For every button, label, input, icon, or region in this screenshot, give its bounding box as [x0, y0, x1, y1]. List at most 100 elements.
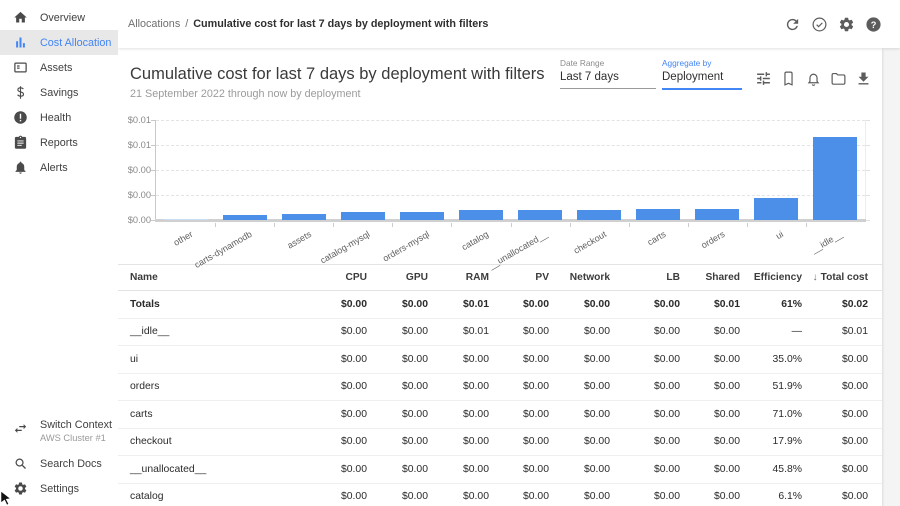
column-header-cpu[interactable]: CPU — [308, 265, 367, 291]
cell-network: $0.00 — [549, 401, 610, 429]
table-row-__unallocated__[interactable]: __unallocated__$0.00$0.00$0.00$0.00$0.00… — [118, 456, 882, 484]
bell-icon[interactable] — [805, 70, 822, 87]
cell-efficiency: 71.0% — [740, 401, 802, 429]
axis-tick-mark — [151, 120, 155, 121]
sidebar-footer-settings[interactable]: Settings — [0, 476, 118, 501]
sidebar-item-savings[interactable]: Savings — [0, 80, 118, 105]
sidebar-footer-label: Settings — [40, 483, 79, 495]
sidebar-item-label: Health — [40, 112, 71, 124]
download-icon[interactable] — [855, 70, 872, 87]
table-row-catalog[interactable]: catalog$0.00$0.00$0.00$0.00$0.00$0.00$0.… — [118, 483, 882, 506]
row-name: __idle__ — [118, 318, 308, 346]
table-row-totals[interactable]: Totals$0.00$0.00$0.01$0.00$0.00$0.00$0.0… — [118, 291, 882, 319]
column-header-lb[interactable]: LB — [610, 265, 680, 291]
bar-catalog[interactable] — [459, 210, 503, 220]
bar-carts-dynamodb[interactable] — [223, 215, 267, 220]
sidebar-item-alerts[interactable]: Alerts — [0, 155, 118, 180]
svg-text:?: ? — [871, 19, 877, 29]
cell-efficiency: 45.8% — [740, 456, 802, 484]
bar-orders-mysql[interactable] — [400, 212, 444, 220]
x-axis-category-label: carts — [645, 229, 667, 247]
cell-total-cost: $0.00 — [802, 428, 882, 456]
cell-efficiency: 6.1% — [740, 483, 802, 506]
gear-icon[interactable] — [838, 16, 855, 33]
sidebar-item-overview[interactable]: Overview — [0, 5, 118, 30]
sidebar: OverviewCost AllocationAssets Savings Heal… — [0, 0, 118, 506]
sidebar-item-cost-allocation[interactable]: Cost Allocation — [0, 30, 118, 55]
folder-icon[interactable] — [830, 70, 847, 87]
table-row-carts[interactable]: carts$0.00$0.00$0.00$0.00$0.00$0.00$0.00… — [118, 401, 882, 429]
cell-pv: $0.00 — [489, 401, 549, 429]
cell-ram: $0.01 — [428, 318, 489, 346]
sidebar-footer-text: Search Docs — [40, 458, 102, 470]
sidebar-footer: Switch Context AWS Cluster #1 Search Docs S… — [0, 415, 118, 501]
bar-other[interactable] — [164, 219, 208, 220]
cell-gpu: $0.00 — [367, 291, 428, 319]
cell-network: $0.00 — [549, 291, 610, 319]
aggregate-by-value[interactable]: Deployment — [662, 71, 742, 90]
x-axis-category-label: catalog — [460, 229, 490, 252]
sidebar-item-health[interactable]: Health — [0, 105, 118, 130]
table-row-checkout[interactable]: checkout$0.00$0.00$0.00$0.00$0.00$0.00$0… — [118, 428, 882, 456]
column-header-pv[interactable]: PV — [489, 265, 549, 291]
column-header-total-cost[interactable]: ↓Total cost — [802, 265, 882, 291]
column-header-shared[interactable]: Shared — [680, 265, 740, 291]
help-icon[interactable]: ? — [865, 16, 882, 33]
bar-catalog-mysql[interactable] — [341, 212, 385, 220]
dollar-icon — [13, 85, 28, 100]
cell-ram: $0.00 — [428, 483, 489, 506]
breadcrumb-section[interactable]: Allocations — [128, 18, 180, 30]
cell-shared: $0.00 — [680, 401, 740, 429]
cell-ram: $0.00 — [428, 373, 489, 401]
bar-__idle__[interactable] — [813, 137, 857, 220]
cell-cpu: $0.00 — [308, 428, 367, 456]
date-range-field[interactable]: Date Range Last 7 days — [560, 58, 656, 89]
bar-chart-icon — [13, 35, 28, 50]
sidebar-footer-search-docs[interactable]: Search Docs — [0, 451, 118, 476]
sidebar-footer-label: Switch Context — [40, 419, 112, 431]
sidebar-item-label: Savings — [40, 87, 78, 99]
row-name: __unallocated__ — [118, 456, 308, 484]
table-row-orders[interactable]: orders$0.00$0.00$0.00$0.00$0.00$0.00$0.0… — [118, 373, 882, 401]
cell-network: $0.00 — [549, 346, 610, 374]
column-header-efficiency[interactable]: Efficiency — [740, 265, 802, 291]
cell-efficiency: 61% — [740, 291, 802, 319]
cell-pv: $0.00 — [489, 318, 549, 346]
refresh-icon[interactable] — [784, 16, 801, 33]
cluster-name: AWS Cluster #1 — [40, 433, 112, 443]
y-axis-tick-label: $0.01 — [118, 115, 151, 125]
bookmark-icon[interactable] — [780, 70, 797, 87]
check-circle-icon[interactable] — [811, 16, 828, 33]
axis-tick-mark — [151, 195, 155, 196]
sidebar-footer-text: Switch Context AWS Cluster #1 — [40, 419, 112, 443]
sidebar-item-assets[interactable]: Assets — [0, 55, 118, 80]
swap-icon — [13, 421, 28, 436]
sidebar-footer-switch-context[interactable]: Switch Context AWS Cluster #1 — [0, 415, 118, 451]
x-axis-category-label: orders-mysql — [381, 229, 431, 264]
bar-checkout[interactable] — [577, 210, 621, 220]
cell-total-cost: $0.00 — [802, 373, 882, 401]
table-row-__idle__[interactable]: __idle__$0.00$0.00$0.01$0.00$0.00$0.00$0… — [118, 318, 882, 346]
date-range-value[interactable]: Last 7 days — [560, 71, 656, 89]
report-header: Cumulative cost for last 7 days by deplo… — [118, 48, 882, 112]
column-header-name[interactable]: Name — [118, 265, 308, 291]
column-header-gpu[interactable]: GPU — [367, 265, 428, 291]
axis-tick-mark — [866, 220, 870, 221]
column-header-ram[interactable]: RAM — [428, 265, 489, 291]
bar-assets[interactable] — [282, 214, 326, 220]
bar-carts[interactable] — [636, 209, 680, 220]
sort-arrow-down-icon: ↓ — [813, 272, 818, 283]
table-row-ui[interactable]: ui$0.00$0.00$0.00$0.00$0.00$0.00$0.0035.… — [118, 346, 882, 374]
sidebar-item-reports[interactable]: Reports — [0, 130, 118, 155]
bar-orders[interactable] — [695, 209, 739, 220]
column-header-network[interactable]: Network — [549, 265, 610, 291]
bar-ui[interactable] — [754, 198, 798, 220]
bar-__unallocated__[interactable] — [518, 210, 562, 220]
aggregate-by-field[interactable]: Aggregate by Deployment — [662, 58, 742, 90]
x-axis-tick-mark — [688, 223, 689, 227]
axis-tick-mark — [866, 120, 870, 121]
tune-icon[interactable] — [755, 70, 772, 87]
axis-tick-mark — [866, 170, 870, 171]
search-icon — [13, 456, 28, 471]
report-card: Cumulative cost for last 7 days by deplo… — [118, 48, 882, 506]
